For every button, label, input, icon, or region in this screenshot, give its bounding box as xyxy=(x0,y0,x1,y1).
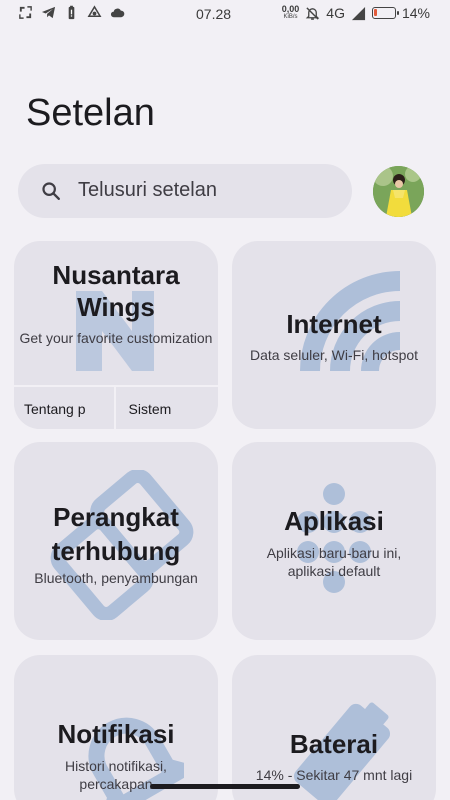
tab-system[interactable]: Sistem xyxy=(118,387,218,429)
avatar-image xyxy=(373,166,424,217)
card-internet[interactable]: Internet Data seluler, Wi-Fi, hotspot xyxy=(232,241,436,429)
tab-about[interactable]: Tentang p xyxy=(14,387,116,429)
battery-fill xyxy=(373,9,377,16)
card-title: Internet xyxy=(286,309,382,339)
card-title: Notifikasi xyxy=(57,719,175,749)
expand-icon xyxy=(19,6,32,19)
bell-off-icon xyxy=(306,6,320,20)
gesture-navigation-bar[interactable] xyxy=(150,784,300,789)
profile-avatar[interactable] xyxy=(373,166,424,217)
card-notifications[interactable]: Notifikasi Histori notifikasi, percakapa… xyxy=(14,655,218,800)
page-title: Setelan xyxy=(26,92,155,134)
card-subtitle: Bluetooth, penyambungan xyxy=(34,570,198,586)
search-placeholder: Telusuri setelan xyxy=(78,179,217,201)
network-type: 4G xyxy=(326,5,345,21)
card-title: Nusantara Wings xyxy=(52,260,180,322)
apps-grid-icon xyxy=(297,483,371,593)
card-nusantara-wings[interactable]: Nusantara Wings Get your favorite custom… xyxy=(14,241,218,429)
cloud-icon xyxy=(110,8,125,18)
battery-percent: 14% xyxy=(401,5,430,21)
notification-icons xyxy=(18,5,125,20)
battery-alert-icon xyxy=(68,5,75,20)
telegram-icon xyxy=(41,6,56,19)
sub-tabs: Tentang p Sistem xyxy=(14,385,218,429)
card-title: Aplikasi xyxy=(284,506,384,536)
net-speed: 0,00 KiB/s xyxy=(282,5,300,21)
signal-icon xyxy=(351,6,366,20)
system-icons: 0,00 KiB/s 4G 14% xyxy=(282,5,430,22)
net-speed-unit: KiB/s xyxy=(283,14,298,20)
drive-icon xyxy=(87,5,102,17)
card-title: Perangkat terhubung xyxy=(51,502,181,566)
card-subtitle: Get your favorite customization xyxy=(19,330,213,346)
card-title: Baterai xyxy=(289,729,379,759)
search-icon xyxy=(42,182,60,200)
battery-icon xyxy=(371,7,399,19)
card-connected-devices[interactable]: Perangkat terhubung Bluetooth, penyambun… xyxy=(14,442,218,640)
status-bar: 07.28 0,00 KiB/s 4G 14% xyxy=(0,0,450,28)
card-subtitle: Aplikasi baru-baru ini, aplikasi default xyxy=(266,545,402,579)
card-battery[interactable]: Baterai 14% - Sekitar 47 mnt lagi xyxy=(232,655,436,800)
search-bar[interactable]: Telusuri setelan xyxy=(18,164,352,218)
card-apps[interactable]: Aplikasi Aplikasi baru-baru ini, aplikas… xyxy=(232,442,436,640)
card-subtitle: 14% - Sekitar 47 mnt lagi xyxy=(255,767,413,783)
card-subtitle: Data seluler, Wi-Fi, hotspot xyxy=(249,347,419,363)
clock: 07.28 xyxy=(196,6,232,22)
